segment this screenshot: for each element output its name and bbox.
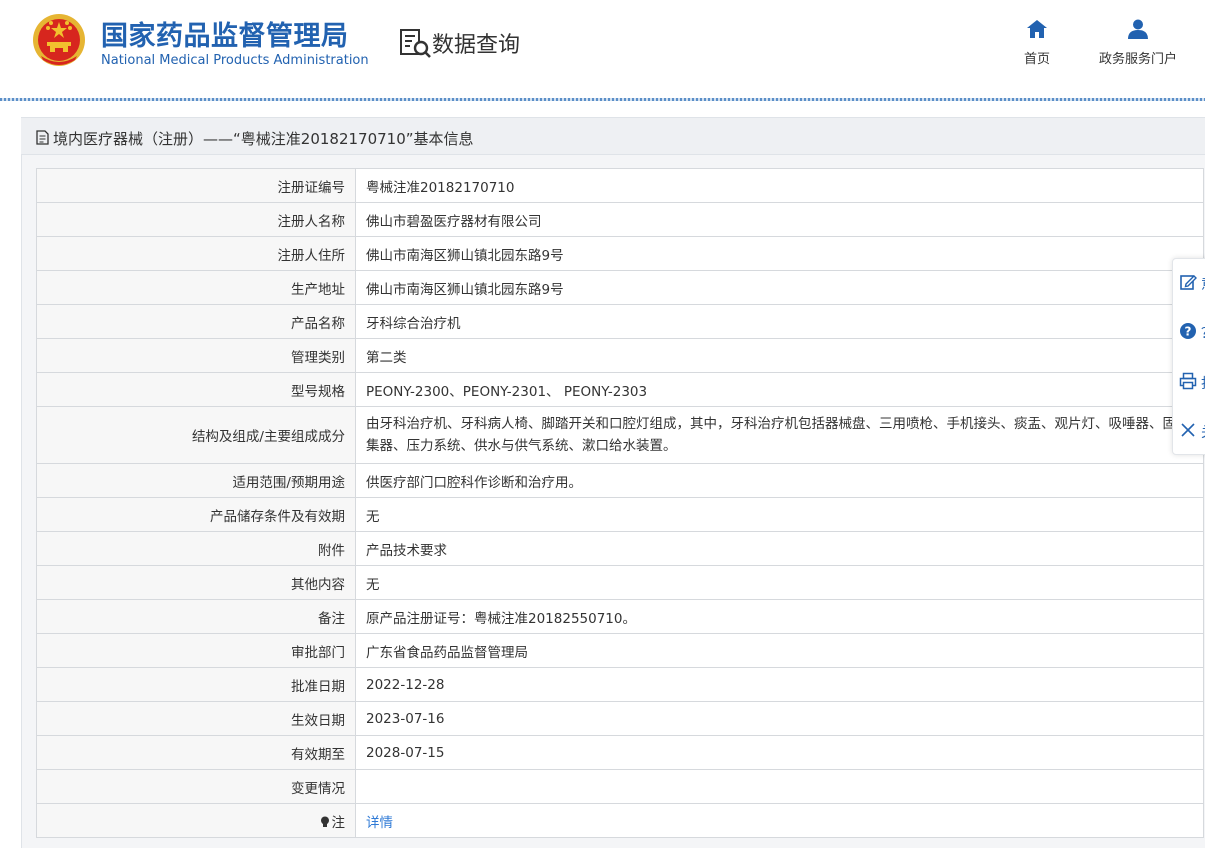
field-value: 无: [355, 497, 1204, 532]
field-label: 结构及组成/主要组成成分: [36, 406, 356, 464]
close-button[interactable]: 关: [1173, 411, 1205, 451]
field-label: 注册证编号: [36, 168, 356, 203]
home-icon: [1027, 20, 1047, 38]
field-value: 无: [355, 565, 1204, 600]
field-value: 佛山市碧盈医疗器材有限公司: [355, 202, 1204, 237]
help-icon: ?: [1180, 323, 1196, 339]
header-divider: [0, 98, 1205, 101]
section-title-bar: 境内医疗器械（注册）——“粤械注准20182170710”基本信息: [21, 117, 1205, 155]
field-value: 产品技术要求: [355, 531, 1204, 566]
field-value: 详情: [355, 803, 1204, 838]
field-label: 注册人名称: [36, 202, 356, 237]
table-row: 适用范围/预期用途 供医疗部门口腔科作诊断和治疗用。: [36, 463, 1204, 498]
field-label: 变更情况: [36, 769, 356, 804]
site-header: 国家药品监督管理局 National Medical Products Admi…: [0, 0, 1205, 98]
feedback-button[interactable]: 意: [1173, 263, 1205, 303]
field-label: 批准日期: [36, 667, 356, 702]
field-label: 产品储存条件及有效期: [36, 497, 356, 532]
field-value: 佛山市南海区狮山镇北园东路9号: [355, 236, 1204, 271]
table-row: 产品名称 牙科综合治疗机: [36, 304, 1204, 339]
table-row: 结构及组成/主要组成成分 由牙科治疗机、牙科病人椅、脚踏开关和口腔灯组成，其中，牙…: [36, 406, 1204, 464]
field-label: 其他内容: [36, 565, 356, 600]
field-value: 2022-12-28: [355, 667, 1204, 702]
field-label: 生效日期: [36, 701, 356, 736]
printer-icon: [1179, 372, 1197, 390]
field-value: 佛山市南海区狮山镇北园东路9号: [355, 270, 1204, 305]
field-label: 产品名称: [36, 304, 356, 339]
national-emblem-icon: [33, 14, 85, 66]
field-label: 适用范围/预期用途: [36, 463, 356, 498]
field-value: 由牙科治疗机、牙科病人椅、脚踏开关和口腔灯组成，其中，牙科治疗机包括器械盘、三用…: [355, 406, 1204, 464]
edit-icon: [1180, 275, 1197, 290]
help-label: ？: [1201, 323, 1205, 343]
device-info-table: 注册证编号 粤械注准20182170710 注册人名称 佛山市碧盈医疗器材有限公司 …: [36, 168, 1204, 838]
field-label: 注: [36, 803, 356, 838]
table-row: 生产地址 佛山市南海区狮山镇北园东路9号: [36, 270, 1204, 305]
table-row: 附件 产品技术要求: [36, 531, 1204, 566]
field-value: [355, 769, 1204, 804]
field-value: 原产品注册证号：粤械注准20182550710。: [355, 599, 1204, 634]
field-value: 牙科综合治疗机: [355, 304, 1204, 339]
lightbulb-icon: [320, 816, 329, 827]
feedback-label: 意: [1201, 274, 1205, 294]
field-label: 注册人住所: [36, 236, 356, 271]
nav-home-label: 首页: [1023, 52, 1050, 67]
close-icon: [1181, 423, 1195, 437]
field-value: 粤械注准20182170710: [355, 168, 1204, 203]
table-row: 型号规格 PEONY-2300、PEONY-2301、 PEONY-2303: [36, 372, 1204, 407]
nav-home[interactable]: 首页: [1012, 18, 1062, 70]
close-label: 关: [1201, 422, 1205, 442]
field-value: 广东省食品药品监督管理局: [355, 633, 1204, 668]
field-label: 生产地址: [36, 270, 356, 305]
print-label: 打: [1201, 373, 1205, 393]
page-title: 数据查询: [432, 33, 521, 58]
table-row: 备注 原产品注册证号：粤械注准20182550710。: [36, 599, 1204, 634]
field-value: 供医疗部门口腔科作诊断和治疗用。: [355, 463, 1204, 498]
floating-toolbar: 意 ? ？ 打 关: [1172, 258, 1205, 455]
field-label: 备注: [36, 599, 356, 634]
table-row: 变更情况: [36, 769, 1204, 804]
nav-portal-label: 政务服务门户: [1098, 52, 1177, 67]
field-label: 型号规格: [36, 372, 356, 407]
print-button[interactable]: 打: [1173, 362, 1205, 402]
field-label: 附件: [36, 531, 356, 566]
table-row: 注册人住所 佛山市南海区狮山镇北园东路9号: [36, 236, 1204, 271]
field-value: 2028-07-15: [355, 735, 1204, 770]
field-value: 第二类: [355, 338, 1204, 373]
nav-service-portal[interactable]: 政务服务门户: [1092, 18, 1184, 70]
table-row: 有效期至 2028-07-15: [36, 735, 1204, 770]
field-label: 审批部门: [36, 633, 356, 668]
help-button[interactable]: ? ？: [1173, 312, 1205, 352]
table-row: 注册证编号 粤械注准20182170710: [36, 168, 1204, 203]
document-search-icon: [400, 29, 431, 58]
details-link[interactable]: 详情: [366, 815, 393, 831]
document-icon: [36, 130, 49, 145]
svg-text:?: ?: [1185, 325, 1192, 339]
site-title: 国家药品监督管理局: [101, 21, 349, 52]
section-title: 境内医疗器械（注册）——“粤械注准20182170710”基本信息: [53, 130, 474, 148]
table-row: 批准日期 2022-12-28: [36, 667, 1204, 702]
table-row: 其他内容无: [36, 565, 1204, 600]
note-label: 注: [331, 814, 346, 831]
field-label: 有效期至: [36, 735, 356, 770]
table-row: 产品储存条件及有效期无: [36, 497, 1204, 532]
field-label: 管理类别: [36, 338, 356, 373]
field-value: 2023-07-16: [355, 701, 1204, 736]
site-subtitle: National Medical Products Administration: [101, 53, 369, 68]
field-value: PEONY-2300、PEONY-2301、 PEONY-2303: [355, 372, 1204, 407]
table-row: 审批部门 广东省食品药品监督管理局: [36, 633, 1204, 668]
table-row: 注 详情: [36, 803, 1204, 838]
table-row: 注册人名称 佛山市碧盈医疗器材有限公司: [36, 202, 1204, 237]
user-icon: [1128, 19, 1148, 39]
table-row: 管理类别 第二类: [36, 338, 1204, 373]
table-row: 生效日期 2023-07-16: [36, 701, 1204, 736]
